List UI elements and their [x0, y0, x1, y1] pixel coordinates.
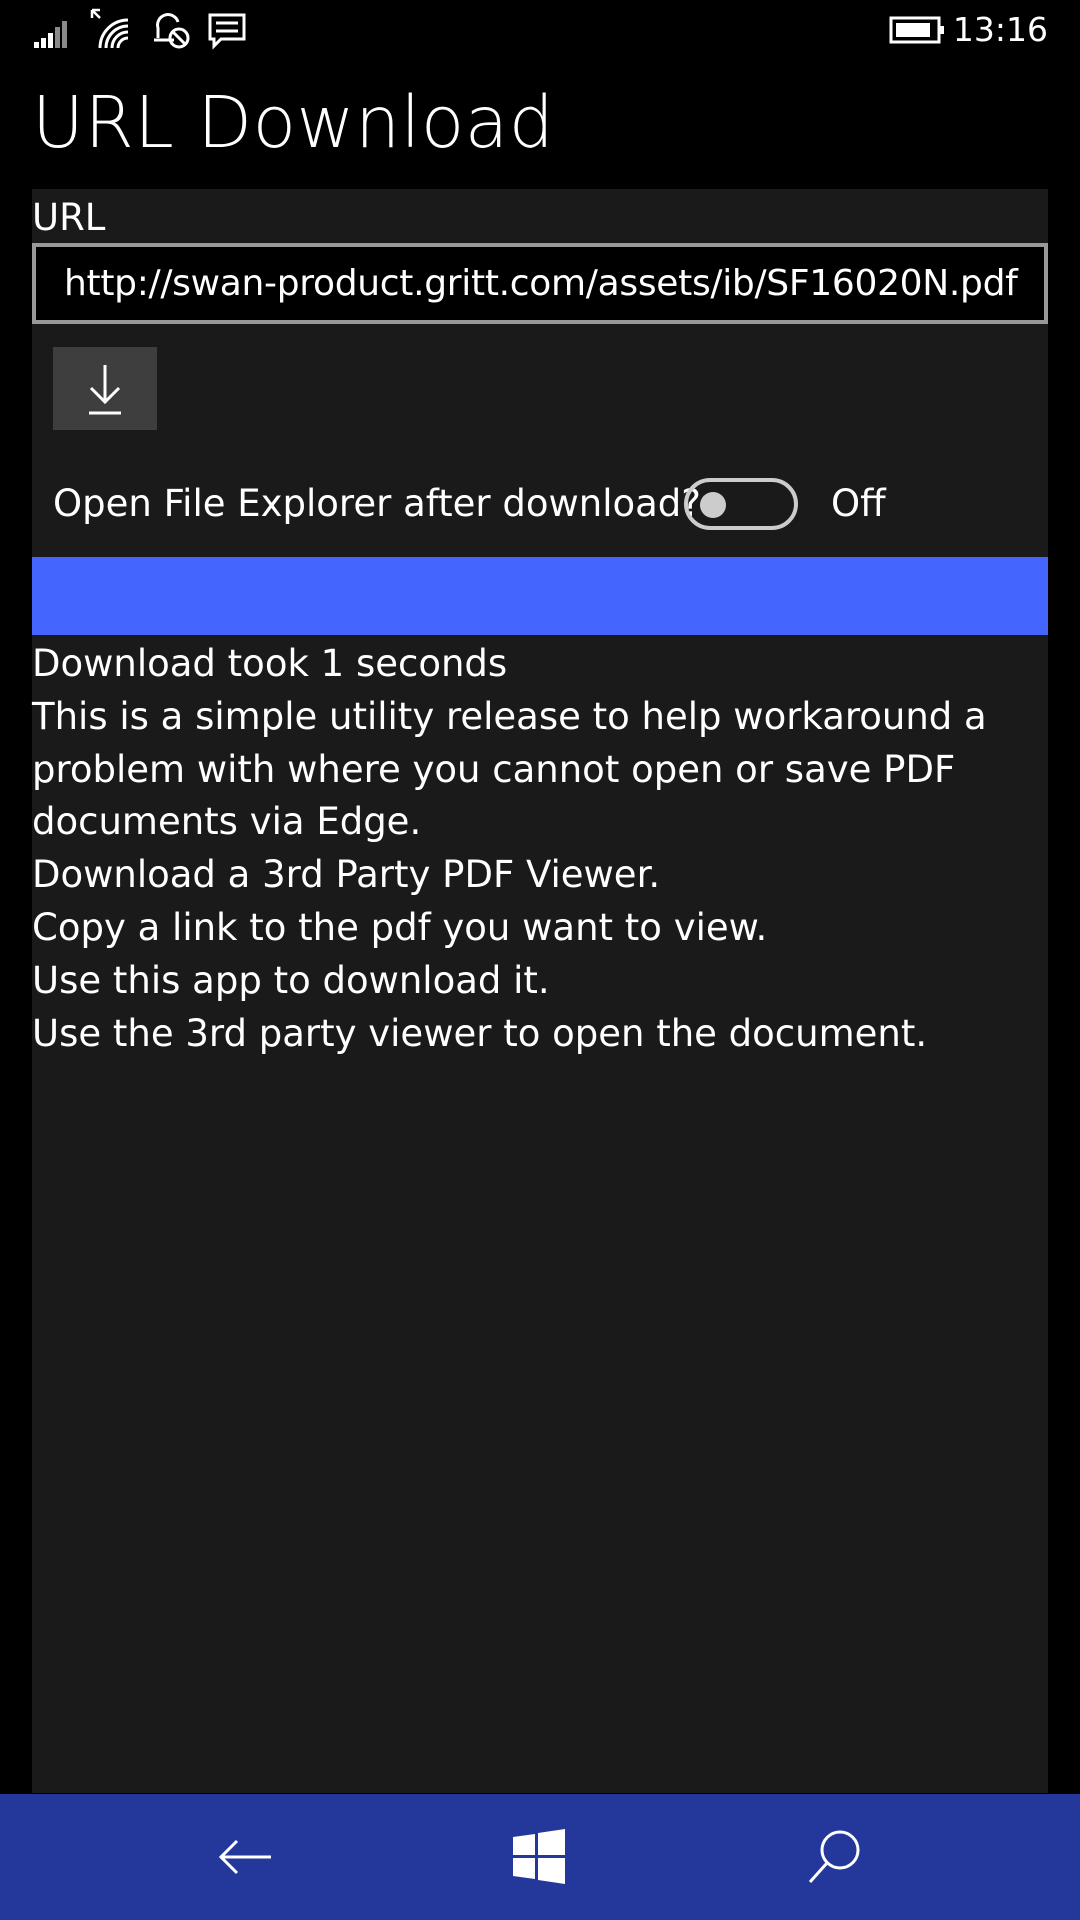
info-line: documents via Edge.: [32, 800, 422, 844]
quiet-hours-icon: [148, 8, 192, 52]
download-icon: [89, 365, 121, 415]
wifi-icon: [88, 8, 132, 52]
search-icon: [808, 1830, 860, 1884]
download-progress-bar: [32, 557, 1048, 635]
back-button[interactable]: [211, 1822, 281, 1892]
navigation-bar: [0, 1794, 1080, 1920]
url-input[interactable]: http://swan-product.gritt.com/assets/ib/…: [32, 243, 1048, 324]
url-label: URL: [32, 196, 106, 239]
windows-start-icon: [513, 1829, 565, 1884]
start-button[interactable]: [504, 1822, 574, 1892]
open-explorer-toggle[interactable]: [684, 478, 798, 530]
page-title: URL Download: [32, 81, 555, 164]
search-button[interactable]: [800, 1822, 870, 1892]
info-line: Copy a link to the pdf you want to view.: [32, 905, 768, 949]
info-line: Download took 1 seconds: [32, 642, 508, 685]
clock-time: 13:16: [952, 10, 1048, 49]
info-text: Download took 1 seconds This is a simple …: [32, 638, 1032, 1060]
signal-icon: [30, 8, 74, 52]
info-line: Download a 3rd Party PDF Viewer.: [32, 853, 661, 897]
info-line: Use the 3rd party viewer to open the doc…: [32, 1011, 928, 1055]
info-line: This is a simple utility release to help…: [32, 694, 987, 738]
battery-icon: [888, 8, 946, 52]
info-line: problem with where you cannot open or sa…: [32, 747, 956, 791]
download-button[interactable]: [53, 347, 157, 430]
info-line: Use this app to download it.: [32, 958, 550, 1002]
toggle-knob: [700, 492, 726, 518]
message-icon: [205, 8, 249, 52]
progress-fill: [32, 557, 1048, 635]
open-explorer-label: Open File Explorer after download?: [53, 482, 701, 525]
status-bar: 13:16: [0, 0, 1080, 62]
toggle-state-text: Off: [831, 482, 886, 525]
back-arrow-icon: [218, 1839, 271, 1875]
